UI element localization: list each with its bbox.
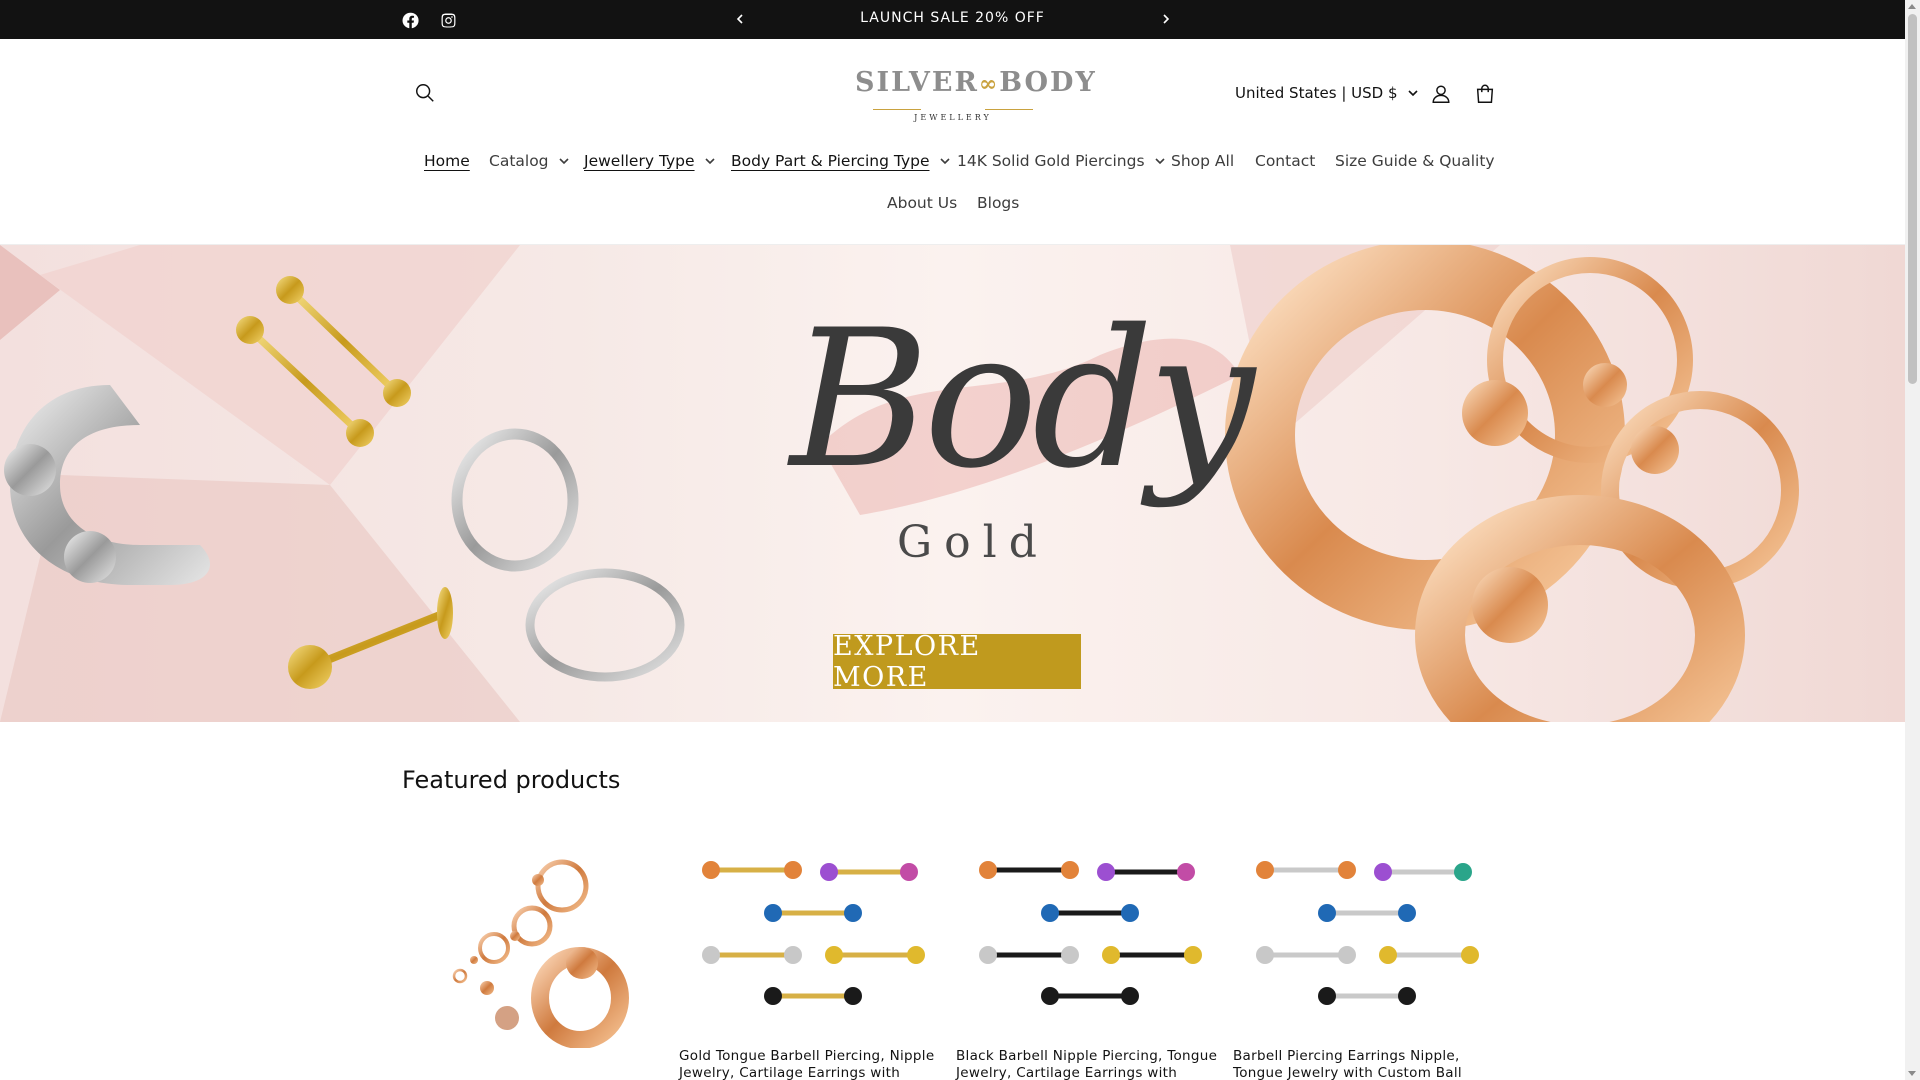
facebook-icon[interactable] — [400, 10, 420, 30]
scrollbar-thumb[interactable] — [1908, 14, 1917, 384]
nav-body-part-piercing-type[interactable]: Body Part & Piercing Type — [731, 152, 950, 170]
explore-more-button[interactable]: EXPLORE MORE — [833, 631, 1081, 693]
nav-shop-all[interactable]: Shop All — [1171, 152, 1234, 170]
hero-script-text: Body — [790, 289, 1255, 510]
hero-banner[interactable]: Body Gold EXPLORE MORE — [0, 245, 1905, 722]
announcement-next-button[interactable] — [1156, 9, 1176, 29]
product-card[interactable]: Gold Tongue Barbell Piercing, Nipple Jew… — [679, 838, 941, 1080]
product-card[interactable] — [402, 838, 664, 1049]
nav-size-guide[interactable]: Size Guide & Quality — [1335, 152, 1495, 170]
chevron-down-icon — [1154, 158, 1165, 165]
product-title: Barbell Piercing Earrings Nipple, Tongue… — [1233, 1048, 1462, 1080]
featured-products-heading: Featured products — [402, 766, 621, 794]
product-image — [956, 838, 1218, 1048]
currency-label: United States | USD $ — [1235, 84, 1398, 102]
logo-wordmark: SILVER∞BODY — [855, 67, 1097, 98]
page-scrollbar[interactable] — [1905, 0, 1920, 1080]
nav-jewellery-type[interactable]: Jewellery Type — [584, 152, 715, 170]
product-title: Black Barbell Nipple Piercing, Tongue Je… — [956, 1048, 1218, 1080]
announcement-bar: LAUNCH SALE 20% OFF — [0, 0, 1905, 39]
scroll-down-arrow-icon[interactable] — [1908, 1069, 1917, 1078]
instagram-icon[interactable] — [438, 10, 458, 30]
product-title: Gold Tongue Barbell Piercing, Nipple Jew… — [679, 1048, 935, 1080]
product-image — [679, 838, 941, 1048]
chevron-down-icon — [558, 158, 569, 165]
chevron-down-icon — [704, 158, 715, 165]
nav-catalog[interactable]: Catalog — [489, 152, 569, 170]
logo-rule-right — [985, 109, 1033, 110]
account-icon[interactable] — [1427, 80, 1455, 108]
product-card[interactable]: Black Barbell Nipple Piercing, Tongue Je… — [956, 838, 1218, 1080]
nav-home[interactable]: Home — [424, 152, 470, 170]
logo-word-silver: SILVER — [855, 67, 979, 98]
logo-word-body: BODY — [999, 67, 1097, 98]
logo-rule-left — [873, 109, 921, 110]
search-icon[interactable] — [411, 79, 439, 107]
announcement-prev-button[interactable] — [730, 9, 750, 29]
product-image — [1233, 838, 1495, 1048]
scroll-up-arrow-icon[interactable] — [1908, 2, 1917, 11]
product-image — [402, 838, 664, 1049]
site-header: SILVER∞BODY JEWELLERY United States | US… — [0, 39, 1905, 245]
nav-about-us[interactable]: About Us — [887, 194, 957, 212]
announcement-text: LAUNCH SALE 20% OFF — [860, 10, 1045, 26]
country-currency-selector[interactable]: United States | USD $ — [1235, 84, 1418, 102]
nav-blogs[interactable]: Blogs — [977, 194, 1019, 212]
chevron-down-icon — [1407, 90, 1418, 97]
nav-contact[interactable]: Contact — [1255, 152, 1315, 170]
cart-icon[interactable] — [1471, 80, 1499, 108]
product-card[interactable]: Barbell Piercing Earrings Nipple, Tongue… — [1233, 838, 1495, 1080]
logo-subtitle: JEWELLERY — [914, 113, 992, 122]
site-logo[interactable]: SILVER∞BODY JEWELLERY — [855, 63, 1097, 129]
nav-14k-solid-gold[interactable]: 14K Solid Gold Piercings — [957, 152, 1165, 170]
hero-subtitle: Gold — [897, 517, 1049, 568]
chevron-down-icon — [939, 158, 950, 165]
